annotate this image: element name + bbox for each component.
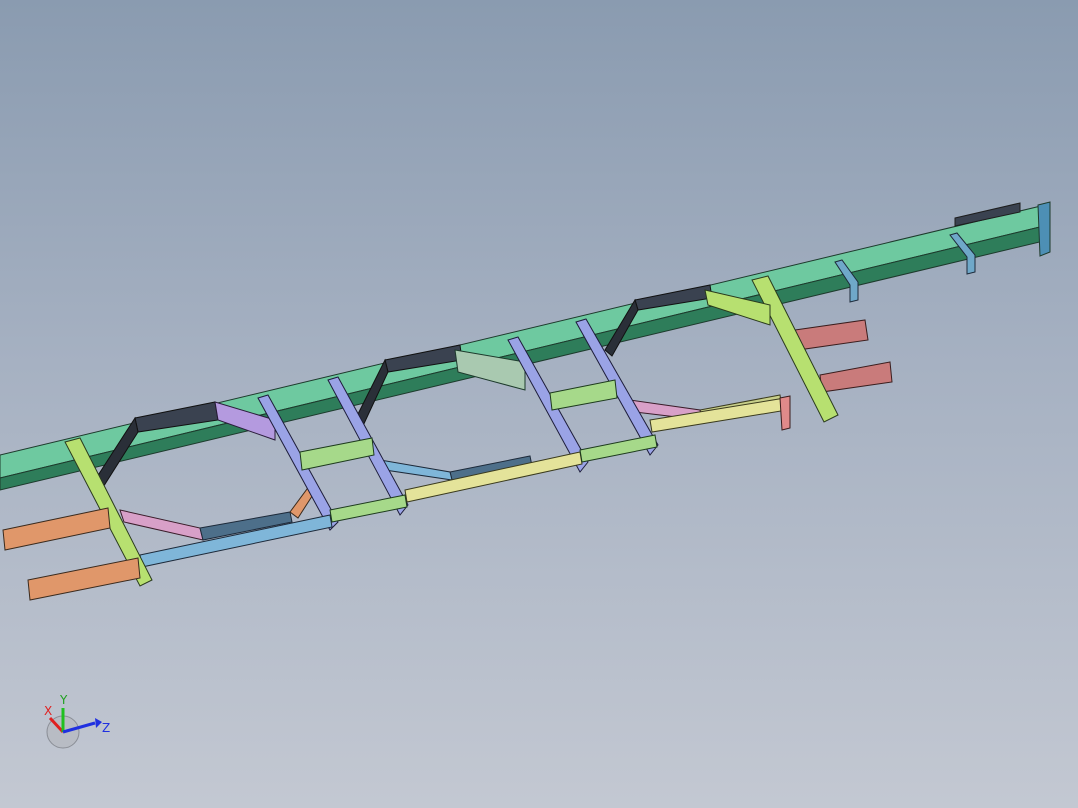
z-arrow-head <box>95 718 102 728</box>
frame-model[interactable] <box>0 0 1078 808</box>
main-rail[interactable] <box>0 201 1051 491</box>
y-axis-label: Y <box>59 693 68 707</box>
z-axis-label: Z <box>102 721 110 735</box>
orientation-triad[interactable]: X Y Z <box>30 690 120 760</box>
graphics-viewport[interactable]: X Y Z <box>0 0 1078 808</box>
x-axis-label: X <box>44 704 52 718</box>
